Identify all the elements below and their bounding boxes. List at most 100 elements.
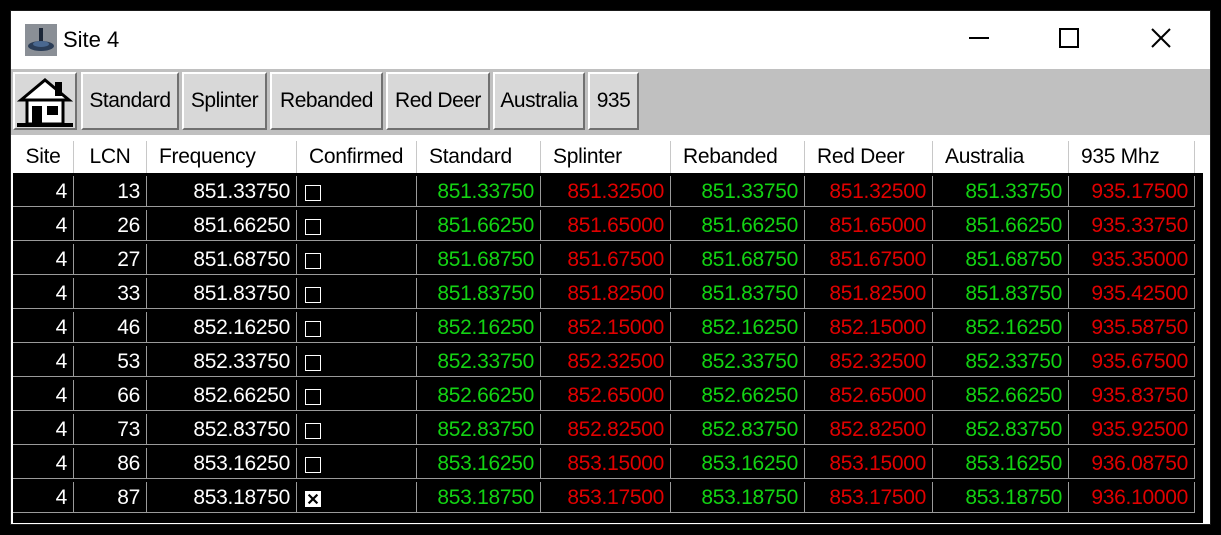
table-row[interactable]: 4 53 852.33750 852.33750 852.32500 852.33750 8…	[13, 345, 1203, 379]
red-deer-cell: 853.17500	[805, 482, 933, 513]
australia-cell: 853.16250	[933, 448, 1069, 479]
checkbox-icon[interactable]	[305, 253, 321, 269]
standard-cell: 851.66250	[417, 210, 541, 241]
red-deer-cell: 852.32500	[805, 346, 933, 377]
splinter-cell: 851.67500	[541, 244, 671, 275]
checkbox-icon[interactable]	[305, 389, 321, 405]
australia-cell: 851.66250	[933, 210, 1069, 241]
standard-cell: 851.33750	[417, 176, 541, 207]
column-header-australia[interactable]: Australia	[933, 141, 1069, 173]
australia-button[interactable]: Australia	[493, 72, 585, 130]
site-cell: 4	[13, 414, 74, 445]
table-row[interactable]: 4 27 851.68750 851.68750 851.67500 851.68750 8…	[13, 243, 1203, 277]
935-button[interactable]: 935	[588, 72, 639, 130]
site-cell: 4	[13, 244, 74, 275]
red-deer-cell: 851.82500	[805, 278, 933, 309]
frequency-cell: 851.66250	[147, 210, 297, 241]
splinter-button[interactable]: Splinter	[182, 72, 267, 130]
935-mhz-cell: 935.17500	[1069, 176, 1195, 207]
checkbox-icon[interactable]	[305, 321, 321, 337]
table-row[interactable]: 4 26 851.66250 851.66250 851.65000 851.66250 8…	[13, 209, 1203, 243]
standard-button[interactable]: Standard	[81, 72, 179, 130]
table-row[interactable]: 4 33 851.83750 851.83750 851.82500 851.83750 8…	[13, 277, 1203, 311]
site-cell: 4	[13, 448, 74, 479]
site-cell: 4	[13, 346, 74, 377]
935-mhz-cell: 935.92500	[1069, 414, 1195, 445]
australia-cell: 851.68750	[933, 244, 1069, 275]
table-row[interactable]: 4 46 852.16250 852.16250 852.15000 852.16250 8…	[13, 311, 1203, 345]
standard-cell: 852.33750	[417, 346, 541, 377]
column-header-confirmed[interactable]: Confirmed	[297, 141, 417, 173]
checkbox-icon[interactable]	[305, 185, 321, 201]
table-row[interactable]: 4 87 853.18750 853.18750 853.17500 853.18750 8…	[13, 481, 1203, 515]
column-header-lcn[interactable]: LCN	[74, 141, 147, 173]
table-row[interactable]: 4 86 853.16250 853.16250 853.15000 853.16250 8…	[13, 447, 1203, 481]
australia-cell: 852.66250	[933, 380, 1069, 411]
maximize-icon	[1059, 28, 1079, 48]
checkbox-icon[interactable]	[305, 457, 321, 473]
close-icon	[1151, 28, 1171, 48]
935-mhz-cell: 935.58750	[1069, 312, 1195, 343]
checkbox-icon[interactable]	[305, 423, 321, 439]
lcn-cell: 73	[74, 414, 147, 445]
column-header-935-mhz[interactable]: 935 Mhz	[1069, 141, 1195, 173]
red-deer-cell: 852.65000	[805, 380, 933, 411]
rebanded-button[interactable]: Rebanded	[270, 72, 383, 130]
australia-cell: 851.83750	[933, 278, 1069, 309]
minimize-button[interactable]	[933, 11, 1025, 65]
lcn-cell: 66	[74, 380, 147, 411]
rebanded-cell: 853.18750	[671, 482, 805, 513]
935-mhz-cell: 935.83750	[1069, 380, 1195, 411]
site-cell: 4	[13, 482, 74, 513]
table-row[interactable]: 4 73 852.83750 852.83750 852.82500 852.83750 8…	[13, 413, 1203, 447]
standard-cell: 852.66250	[417, 380, 541, 411]
column-header-standard[interactable]: Standard	[417, 141, 541, 173]
rebanded-cell: 851.83750	[671, 278, 805, 309]
red-deer-button[interactable]: Red Deer	[386, 72, 490, 130]
standard-cell: 851.83750	[417, 278, 541, 309]
table-row[interactable]: 4 66 852.66250 852.66250 852.65000 852.66250 8…	[13, 379, 1203, 413]
splinter-cell: 852.82500	[541, 414, 671, 445]
table-row[interactable]: 4 13 851.33750 851.33750 851.32500 851.33750 8…	[13, 175, 1203, 209]
column-header-red-deer[interactable]: Red Deer	[805, 141, 933, 173]
red-deer-cell: 852.15000	[805, 312, 933, 343]
splinter-cell: 851.82500	[541, 278, 671, 309]
confirmed-cell	[297, 244, 417, 275]
confirmed-cell	[297, 312, 417, 343]
maximize-button[interactable]	[1023, 11, 1115, 65]
confirmed-cell	[297, 346, 417, 377]
frequency-cell: 852.83750	[147, 414, 297, 445]
frequency-cell: 853.18750	[147, 482, 297, 513]
rebanded-cell: 851.33750	[671, 176, 805, 207]
splinter-cell: 852.65000	[541, 380, 671, 411]
checkbox-icon[interactable]	[305, 355, 321, 371]
column-header-frequency[interactable]: Frequency	[147, 141, 297, 173]
lcn-cell: 27	[74, 244, 147, 275]
lcn-cell: 86	[74, 448, 147, 479]
checkbox-icon[interactable]	[305, 219, 321, 235]
935-mhz-cell: 935.33750	[1069, 210, 1195, 241]
red-deer-cell: 851.32500	[805, 176, 933, 207]
rebanded-cell: 852.33750	[671, 346, 805, 377]
channel-grid[interactable]: Site LCN Frequency Confirmed Standard Sp…	[13, 141, 1203, 523]
column-header-site[interactable]: Site	[13, 141, 74, 173]
935-mhz-cell: 936.10000	[1069, 482, 1195, 513]
checkbox-icon[interactable]	[305, 287, 321, 303]
grid-header: Site LCN Frequency Confirmed Standard Sp…	[13, 141, 1203, 173]
column-header-rebanded[interactable]: Rebanded	[671, 141, 805, 173]
rebanded-cell: 851.68750	[671, 244, 805, 275]
checkbox-icon[interactable]	[305, 491, 321, 507]
confirmed-cell	[297, 176, 417, 207]
935-mhz-cell: 935.42500	[1069, 278, 1195, 309]
frequency-cell: 853.16250	[147, 448, 297, 479]
rebanded-cell: 851.66250	[671, 210, 805, 241]
935-mhz-cell: 935.35000	[1069, 244, 1195, 275]
minimize-icon	[969, 37, 989, 39]
935-mhz-cell: 936.08750	[1069, 448, 1195, 479]
standard-cell: 852.16250	[417, 312, 541, 343]
close-button[interactable]	[1115, 11, 1207, 65]
column-header-splinter[interactable]: Splinter	[541, 141, 671, 173]
confirmed-cell	[297, 414, 417, 445]
frequency-cell: 852.33750	[147, 346, 297, 377]
home-button[interactable]	[13, 72, 77, 130]
